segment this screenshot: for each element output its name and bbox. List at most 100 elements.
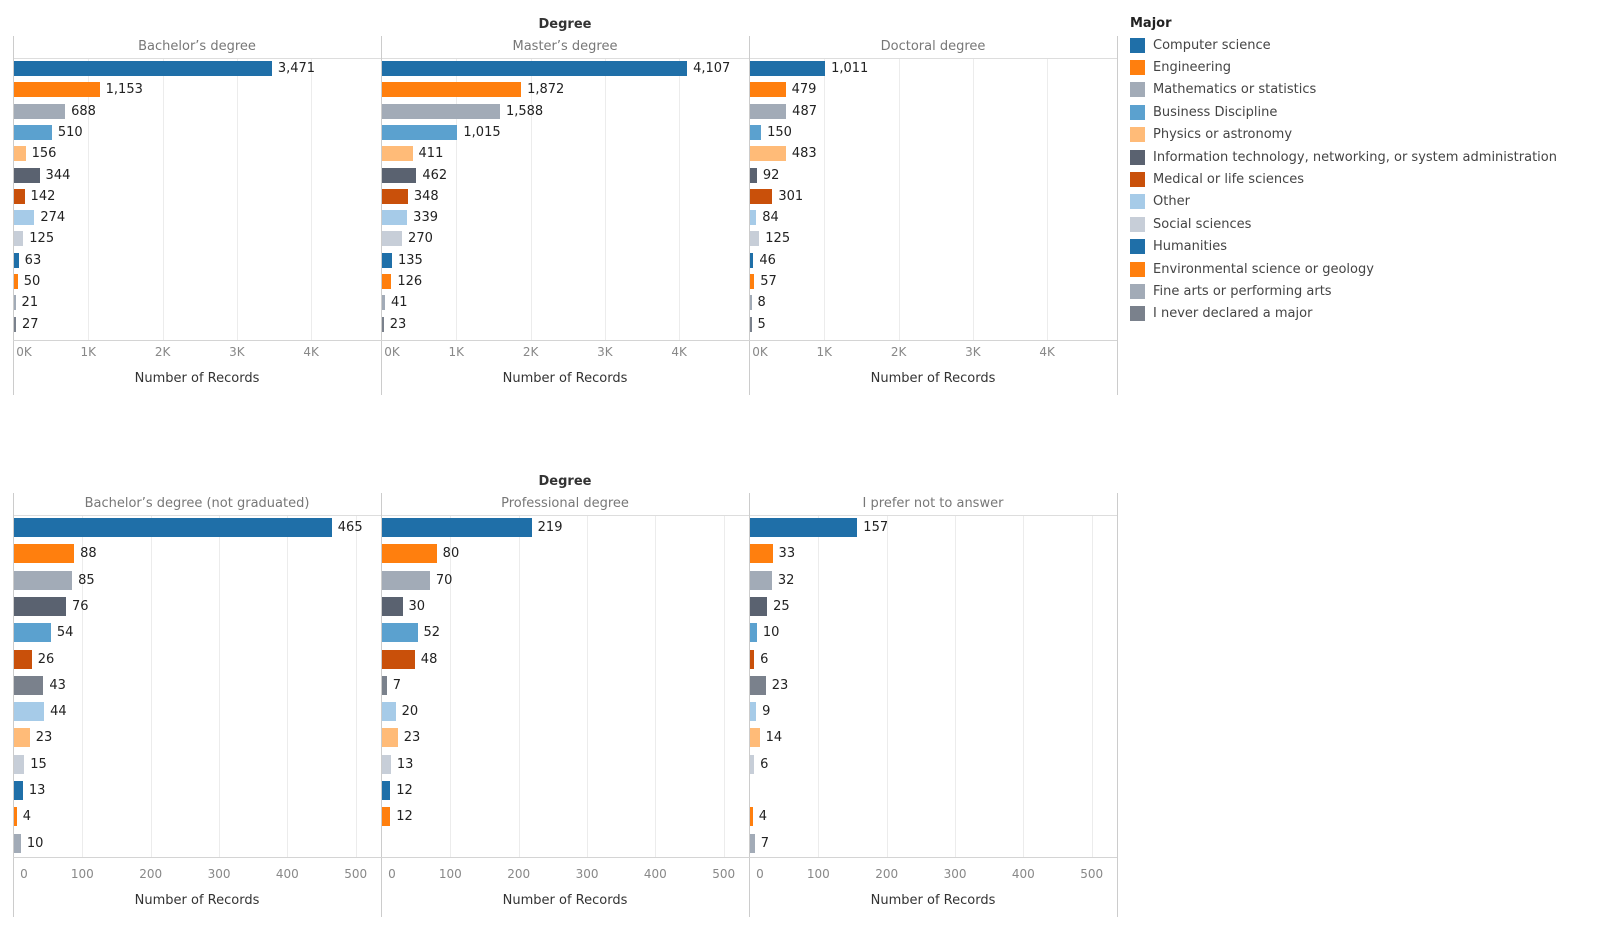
bar-social-sciences[interactable] bbox=[14, 754, 25, 774]
bar-physics-or-astronomy[interactable] bbox=[14, 728, 30, 748]
bar-other[interactable] bbox=[750, 210, 757, 226]
bar-humanities[interactable] bbox=[14, 252, 19, 268]
bar-information-technology-networking-or-system-administration[interactable] bbox=[14, 167, 40, 183]
bar-mathematics-or-statistics[interactable] bbox=[382, 103, 500, 119]
bar-other[interactable] bbox=[14, 210, 35, 226]
bar-i-never-declared-a-major[interactable] bbox=[382, 316, 384, 332]
bar-humanities[interactable] bbox=[750, 252, 754, 268]
legend-label: Humanities bbox=[1153, 239, 1227, 255]
bar-information-technology-networking-or-system-administration[interactable] bbox=[14, 596, 66, 616]
bar-medical-or-life-sciences[interactable] bbox=[750, 188, 773, 204]
bar-physics-or-astronomy[interactable] bbox=[14, 146, 26, 162]
bar-engineering[interactable] bbox=[750, 82, 786, 98]
bar-social-sciences[interactable] bbox=[14, 231, 24, 247]
legend-item-fine-arts-or-performing-arts[interactable]: Fine arts or performing arts bbox=[1130, 280, 1557, 302]
bar-physics-or-astronomy[interactable] bbox=[750, 146, 786, 162]
bar-i-never-declared-a-major[interactable] bbox=[382, 675, 387, 695]
bar-other[interactable] bbox=[14, 702, 45, 722]
bar-humanities[interactable] bbox=[14, 781, 23, 800]
bar-engineering[interactable] bbox=[382, 82, 522, 98]
bar-mathematics-or-statistics[interactable] bbox=[750, 103, 787, 119]
legend-item-environmental-science-or-geology[interactable]: Environmental science or geology bbox=[1130, 258, 1557, 280]
legend-item-humanities[interactable]: Humanities bbox=[1130, 236, 1557, 258]
bar-environmental-science-or-geology[interactable] bbox=[382, 807, 391, 827]
data-label: 54 bbox=[56, 625, 74, 641]
bar-fine-arts-or-performing-arts[interactable] bbox=[382, 295, 386, 311]
bar-engineering[interactable] bbox=[14, 544, 75, 564]
bar-fine-arts-or-performing-arts[interactable] bbox=[14, 295, 16, 311]
bar-humanities[interactable] bbox=[382, 781, 391, 800]
bar-environmental-science-or-geology[interactable] bbox=[14, 274, 18, 289]
bar-other[interactable] bbox=[382, 702, 396, 722]
bar-information-technology-networking-or-system-administration[interactable] bbox=[750, 596, 768, 616]
legend-item-engineering[interactable]: Engineering bbox=[1130, 56, 1557, 78]
bar-business-discipline[interactable] bbox=[382, 623, 418, 643]
bar-mathematics-or-statistics[interactable] bbox=[14, 103, 66, 119]
legend-item-i-never-declared-a-major[interactable]: I never declared a major bbox=[1130, 303, 1557, 325]
bar-medical-or-life-sciences[interactable] bbox=[14, 188, 25, 204]
bar-business-discipline[interactable] bbox=[14, 623, 51, 643]
bar-fine-arts-or-performing-arts[interactable] bbox=[750, 295, 752, 311]
bar-physics-or-astronomy[interactable] bbox=[750, 728, 760, 748]
bar-other[interactable] bbox=[750, 702, 757, 722]
bar-fine-arts-or-performing-arts[interactable] bbox=[14, 833, 21, 853]
legend-item-computer-science[interactable]: Computer science bbox=[1130, 34, 1557, 56]
bar-mathematics-or-statistics[interactable] bbox=[14, 570, 73, 590]
bar-medical-or-life-sciences[interactable] bbox=[750, 649, 755, 669]
legend-item-medical-or-life-sciences[interactable]: Medical or life sciences bbox=[1130, 168, 1557, 190]
bar-environmental-science-or-geology[interactable] bbox=[382, 274, 392, 289]
bar-computer-science[interactable] bbox=[750, 518, 858, 537]
gridline bbox=[679, 59, 681, 340]
bar-physics-or-astronomy[interactable] bbox=[382, 728, 398, 748]
legend-item-physics-or-astronomy[interactable]: Physics or astronomy bbox=[1130, 124, 1557, 146]
bar-social-sciences[interactable] bbox=[382, 231, 403, 247]
bar-mathematics-or-statistics[interactable] bbox=[750, 570, 772, 590]
bar-mathematics-or-statistics[interactable] bbox=[382, 570, 430, 590]
bar-social-sciences[interactable] bbox=[750, 754, 755, 774]
bar-other[interactable] bbox=[382, 210, 408, 226]
bar-medical-or-life-sciences[interactable] bbox=[14, 649, 32, 669]
panel-divider bbox=[1117, 36, 1118, 395]
bar-computer-science[interactable] bbox=[382, 61, 688, 76]
bar-social-sciences[interactable] bbox=[382, 754, 391, 774]
bar-fine-arts-or-performing-arts[interactable] bbox=[750, 833, 755, 853]
bar-information-technology-networking-or-system-administration[interactable] bbox=[382, 596, 403, 616]
bar-social-sciences[interactable] bbox=[750, 231, 760, 247]
bar-environmental-science-or-geology[interactable] bbox=[750, 274, 755, 289]
bar-humanities[interactable] bbox=[382, 252, 393, 268]
data-label: 41 bbox=[391, 295, 408, 311]
bar-i-never-declared-a-major[interactable] bbox=[750, 675, 766, 695]
bar-medical-or-life-sciences[interactable] bbox=[382, 188, 408, 204]
data-label: 14 bbox=[765, 730, 783, 746]
bar-medical-or-life-sciences[interactable] bbox=[382, 649, 415, 669]
legend-item-business-discipline[interactable]: Business Discipline bbox=[1130, 101, 1557, 123]
bar-business-discipline[interactable] bbox=[382, 124, 458, 140]
bar-i-never-declared-a-major[interactable] bbox=[14, 316, 16, 332]
legend-item-mathematics-or-statistics[interactable]: Mathematics or statistics bbox=[1130, 79, 1557, 101]
bar-computer-science[interactable] bbox=[382, 518, 532, 537]
bar-information-technology-networking-or-system-administration[interactable] bbox=[750, 167, 757, 183]
bar-engineering[interactable] bbox=[750, 544, 773, 564]
data-label: 1,153 bbox=[105, 82, 143, 98]
bar-i-never-declared-a-major[interactable] bbox=[750, 316, 752, 332]
legend-item-information-technology-networking-or-system-administration[interactable]: Information technology, networking, or s… bbox=[1130, 146, 1557, 168]
legend-item-other[interactable]: Other bbox=[1130, 191, 1557, 213]
gridline bbox=[88, 59, 90, 340]
facet-title: Degree bbox=[538, 17, 592, 32]
bar-computer-science[interactable] bbox=[750, 61, 826, 76]
bar-physics-or-astronomy[interactable] bbox=[382, 146, 413, 162]
bar-information-technology-networking-or-system-administration[interactable] bbox=[382, 167, 417, 183]
bar-environmental-science-or-geology[interactable] bbox=[750, 807, 753, 827]
data-label: 13 bbox=[28, 783, 46, 798]
x-tick-label: 400 bbox=[643, 867, 667, 881]
bar-computer-science[interactable] bbox=[14, 518, 332, 537]
bar-engineering[interactable] bbox=[382, 544, 437, 564]
legend-item-social-sciences[interactable]: Social sciences bbox=[1130, 213, 1557, 235]
bar-computer-science[interactable] bbox=[14, 61, 272, 76]
bar-business-discipline[interactable] bbox=[750, 623, 757, 643]
bar-business-discipline[interactable] bbox=[750, 124, 762, 140]
bar-engineering[interactable] bbox=[14, 82, 100, 98]
bar-business-discipline[interactable] bbox=[14, 124, 52, 140]
bar-environmental-science-or-geology[interactable] bbox=[14, 807, 17, 827]
bar-i-never-declared-a-major[interactable] bbox=[14, 675, 44, 695]
